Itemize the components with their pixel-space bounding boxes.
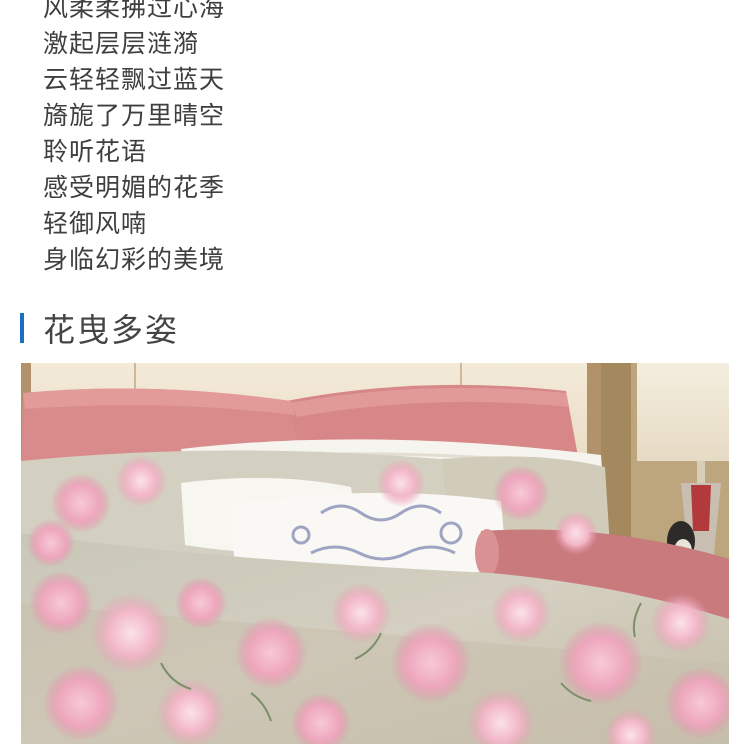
heading-accent-bar xyxy=(20,313,24,343)
section-title: 花曳多姿 xyxy=(43,311,180,349)
poem-line: 轻御风喃 xyxy=(43,209,148,238)
bedding-product-photo xyxy=(21,363,729,744)
poem-line: 风柔柔拂过心海 xyxy=(43,0,226,22)
poem-line: 聆听花语 xyxy=(43,137,148,166)
poem-line: 旖旎了万里晴空 xyxy=(43,101,226,130)
poem-line: 激起层层涟漪 xyxy=(43,29,200,58)
poem-line: 身临幻彩的美境 xyxy=(43,245,226,274)
poem-text-block: 风柔柔拂过心海 激起层层涟漪 云轻轻飘过蓝天 旖旎了万里晴空 聆听花语 感受明媚… xyxy=(43,0,225,278)
product-detail-page: 风柔柔拂过心海 激起层层涟漪 云轻轻飘过蓝天 旖旎了万里晴空 聆听花语 感受明媚… xyxy=(0,0,750,744)
poem-line: 感受明媚的花季 xyxy=(43,173,226,202)
poem-line: 云轻轻飘过蓝天 xyxy=(43,65,226,94)
section-heading: 花曳多姿 xyxy=(20,308,180,349)
